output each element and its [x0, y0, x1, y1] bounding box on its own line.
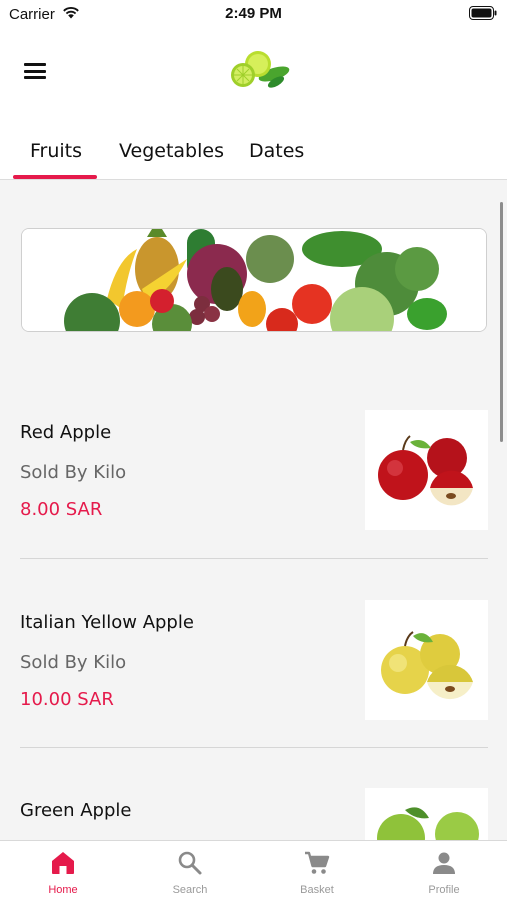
nav-home[interactable]: Home [0, 841, 126, 900]
lime-logo-icon [231, 51, 290, 88]
category-tabs: Fruits Vegetables Dates [0, 118, 507, 180]
vegetables-banner-image [22, 229, 486, 331]
cart-icon [305, 851, 330, 874]
divider [20, 747, 488, 748]
product-name: Italian Yellow Apple [20, 612, 194, 633]
divider [20, 558, 488, 559]
battery-icon [469, 6, 497, 20]
nav-label: Search [172, 884, 208, 896]
bottom-nav: Home Search Basket Profile [0, 840, 507, 900]
nav-label: Basket [300, 884, 334, 896]
product-price: 10.00 SAR [20, 689, 114, 710]
product-unit: Sold By Kilo [20, 652, 127, 673]
nav-basket[interactable]: Basket [254, 841, 380, 900]
scrollbar[interactable] [500, 202, 503, 442]
product-list[interactable]: Red Apple Sold By Kilo 8.00 SAR Italian … [0, 180, 507, 840]
tab-vegetables[interactable]: Vegetables [119, 140, 224, 162]
list-item[interactable]: Red Apple Sold By Kilo 8.00 SAR [20, 410, 488, 560]
app-header [0, 28, 507, 118]
hamburger-menu-icon[interactable] [24, 63, 46, 79]
search-icon [178, 851, 202, 875]
product-unit: Sold By Kilo [20, 462, 127, 483]
nav-search[interactable]: Search [127, 841, 253, 900]
yellow-apple-image [381, 631, 473, 700]
green-apple-image [377, 807, 479, 840]
nav-label: Profile [428, 884, 460, 896]
tab-fruits[interactable]: Fruits [30, 140, 82, 162]
nav-profile[interactable]: Profile [381, 841, 507, 900]
product-price: 8.00 SAR [20, 499, 103, 520]
list-item[interactable]: Green Apple [20, 788, 488, 840]
home-icon [52, 852, 74, 874]
product-name: Red Apple [20, 422, 112, 443]
product-image [365, 788, 488, 840]
product-name: Green Apple [20, 800, 132, 821]
promo-banner[interactable] [21, 228, 487, 332]
product-image [365, 600, 488, 720]
nav-label: Home [48, 884, 78, 896]
list-item[interactable]: Italian Yellow Apple Sold By Kilo 10.00 … [20, 600, 488, 750]
red-apple-image [378, 435, 473, 506]
active-tab-indicator [13, 175, 97, 179]
status-bar: Carrier 2:49 PM [0, 0, 507, 28]
product-image [365, 410, 488, 530]
person-icon [433, 852, 455, 874]
tab-dates[interactable]: Dates [249, 140, 304, 162]
status-time: 2:49 PM [225, 5, 282, 22]
